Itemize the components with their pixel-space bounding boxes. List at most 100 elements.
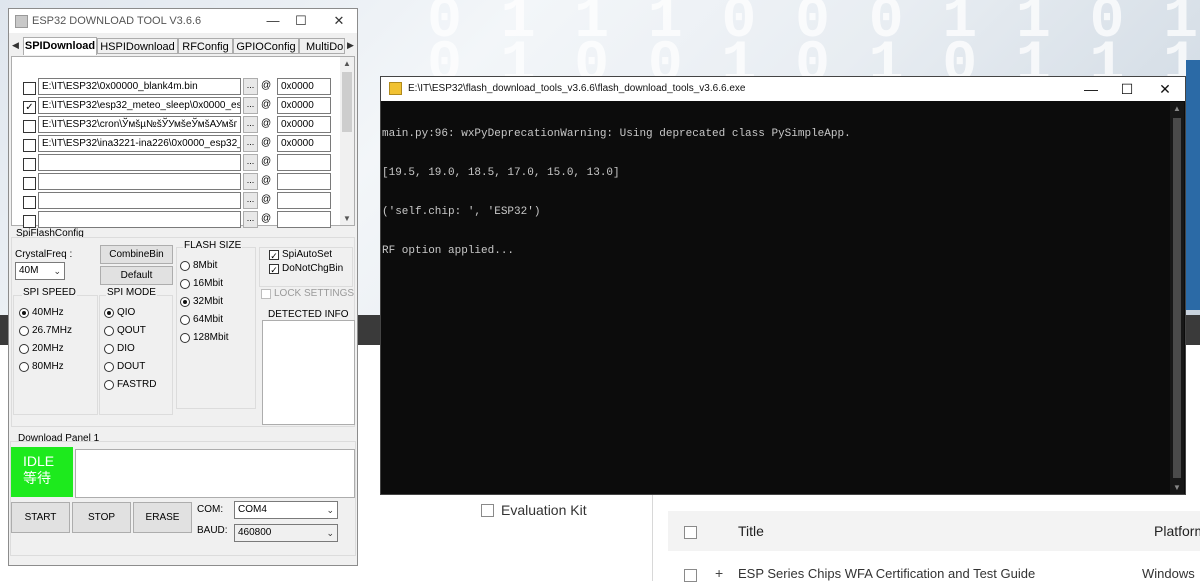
at-label: @: [261, 80, 272, 91]
row-checkbox[interactable]: [684, 569, 697, 582]
offset-address-input[interactable]: 0x0000: [277, 135, 331, 152]
tab-hspidownload[interactable]: HSPIDownload: [97, 38, 178, 54]
checkbox-box: [261, 288, 271, 299]
console-window: E:\IT\ESP32\flash_download_tools_v3.6.6\…: [380, 76, 1186, 495]
file-enable-checkbox[interactable]: [23, 196, 36, 209]
file-list-scrollbar[interactable]: ▲ ▼: [340, 57, 354, 225]
checkbox-label: SpiAutoSet: [282, 249, 333, 260]
offset-address-input[interactable]: 0x0000: [277, 78, 331, 95]
lock-settings-checkbox[interactable]: LOCK SETTINGS: [261, 288, 354, 299]
com-port-select[interactable]: COM4 ⌄: [234, 501, 338, 519]
spi-speed-26mhz-radio[interactable]: 26.7MHz: [19, 325, 72, 336]
scroll-thumb[interactable]: [342, 72, 352, 132]
title-column-header[interactable]: Title: [738, 523, 764, 539]
file-enable-checkbox[interactable]: [23, 139, 36, 152]
offset-address-input[interactable]: 0x0000: [277, 97, 331, 114]
file-path-input[interactable]: E:\IT\ESP32\esp32_meteo_sleep\0x0000_esp…: [38, 97, 241, 114]
side-tab[interactable]: [1186, 60, 1200, 310]
offset-address-input[interactable]: [277, 192, 331, 209]
radio-dot: [19, 307, 29, 318]
baud-rate-select[interactable]: 460800 ⌄: [234, 524, 338, 542]
flash-size-32mbit-radio[interactable]: 32Mbit: [180, 296, 223, 307]
offset-address-input[interactable]: [277, 173, 331, 190]
console-scrollbar[interactable]: ▲ ▼: [1170, 102, 1184, 494]
scroll-down-icon[interactable]: ▼: [1170, 483, 1184, 492]
tab-multidownload[interactable]: MultiDo: [299, 38, 345, 54]
scroll-thumb[interactable]: [1173, 118, 1181, 478]
start-button[interactable]: START: [11, 502, 70, 533]
row-title[interactable]: ESP Series Chips WFA Certification and T…: [738, 566, 1035, 581]
platform-column-header[interactable]: Platform: [1154, 523, 1200, 539]
flash-size-8mbit-radio[interactable]: 8Mbit: [180, 260, 217, 271]
spi-speed-40mhz-radio[interactable]: 40MHz: [19, 307, 64, 318]
spi-mode-qout-radio[interactable]: QOUT: [104, 325, 146, 336]
offset-address-input[interactable]: 0x0000: [277, 116, 331, 133]
tab-scroll-right-icon[interactable]: ▶: [347, 40, 354, 51]
select-all-checkbox[interactable]: [684, 526, 697, 539]
flash-size-64mbit-radio[interactable]: 64Mbit: [180, 314, 223, 325]
stop-button[interactable]: STOP: [72, 502, 131, 533]
maximize-button[interactable]: ☐: [1109, 77, 1145, 101]
maximize-button[interactable]: ☐: [285, 11, 317, 31]
do-not-chg-bin-checkbox[interactable]: ✓ DoNotChgBin: [269, 263, 343, 275]
detected-info-textbox[interactable]: [262, 320, 355, 425]
tab-rfconfig[interactable]: RFConfig: [178, 38, 233, 54]
browse-button[interactable]: ...: [243, 211, 258, 228]
file-path-input[interactable]: [38, 211, 241, 228]
browse-button[interactable]: ...: [243, 154, 258, 171]
scroll-up-icon[interactable]: ▲: [340, 59, 354, 68]
expand-icon[interactable]: +: [715, 565, 723, 581]
file-enable-checkbox[interactable]: [23, 158, 36, 171]
browse-button[interactable]: ...: [243, 192, 258, 209]
offset-address-input[interactable]: [277, 154, 331, 171]
crystal-freq-select[interactable]: 40M ⌄: [15, 262, 65, 280]
tool-title-bar[interactable]: ESP32 DOWNLOAD TOOL V3.6.6 — ☐ ✕: [9, 9, 357, 33]
combine-bin-button[interactable]: CombineBin: [100, 245, 173, 264]
console-title-bar[interactable]: E:\IT\ESP32\flash_download_tools_v3.6.6\…: [381, 77, 1185, 101]
spi-mode-fastrd-radio[interactable]: FASTRD: [104, 379, 156, 390]
minimize-button[interactable]: —: [1073, 77, 1109, 101]
crystal-freq-label: CrystalFreq :: [15, 249, 73, 260]
spi-mode-dio-radio[interactable]: DIO: [104, 343, 135, 354]
default-button[interactable]: Default: [100, 266, 173, 285]
browse-button[interactable]: ...: [243, 78, 258, 95]
tab-spidownload[interactable]: SPIDownload: [23, 37, 97, 55]
spi-auto-set-checkbox[interactable]: ✓ SpiAutoSet: [269, 249, 333, 261]
file-path-input[interactable]: [38, 192, 241, 209]
file-enable-checkbox[interactable]: [23, 215, 36, 228]
tab-gpioconfig[interactable]: GPIOConfig: [233, 38, 299, 54]
file-enable-checkbox[interactable]: [23, 177, 36, 190]
browse-button[interactable]: ...: [243, 97, 258, 114]
scroll-up-icon[interactable]: ▲: [1170, 104, 1184, 113]
spi-speed-20mhz-radio[interactable]: 20MHz: [19, 343, 64, 354]
spi-speed-80mhz-radio[interactable]: 80MHz: [19, 361, 64, 372]
offset-address-input[interactable]: [277, 211, 331, 228]
tab-scroll-left-icon[interactable]: ◀: [12, 40, 19, 51]
spi-mode-dout-radio[interactable]: DOUT: [104, 361, 145, 372]
table-row[interactable]: + ESP Series Chips WFA Certification and…: [668, 561, 1200, 582]
file-path-input[interactable]: [38, 154, 241, 171]
download-log-textbox[interactable]: [75, 449, 355, 498]
close-button[interactable]: ✕: [1147, 77, 1183, 101]
evaluation-kit-filter[interactable]: Evaluation Kit: [481, 502, 587, 518]
file-enable-checkbox[interactable]: ✓: [23, 101, 36, 114]
erase-button[interactable]: ERASE: [133, 502, 192, 533]
file-row: ... @: [12, 154, 342, 172]
flash-size-128mbit-radio[interactable]: 128Mbit: [180, 332, 229, 343]
console-output: main.py:96: wxPyDeprecationWarning: Usin…: [382, 102, 1168, 494]
close-button[interactable]: ✕: [323, 11, 355, 31]
scroll-down-icon[interactable]: ▼: [340, 214, 354, 223]
browse-button[interactable]: ...: [243, 173, 258, 190]
file-path-input[interactable]: E:\IT\ESP32\0x00000_blank4m.bin: [38, 78, 241, 95]
flash-size-16mbit-radio[interactable]: 16Mbit: [180, 278, 223, 289]
download-tool-window: ESP32 DOWNLOAD TOOL V3.6.6 — ☐ ✕ ◀ SPIDo…: [8, 8, 358, 566]
file-path-input[interactable]: [38, 173, 241, 190]
browse-button[interactable]: ...: [243, 116, 258, 133]
file-enable-checkbox[interactable]: [23, 82, 36, 95]
file-path-input[interactable]: E:\IT\ESP32\cron\Ўмšµ№šЎУмšеЎмšАУмšг Ў: [38, 116, 241, 133]
file-path-input[interactable]: E:\IT\ESP32\ina3221-ina226\0x0000_esp32_…: [38, 135, 241, 152]
evaluation-kit-checkbox[interactable]: [481, 503, 494, 517]
browse-button[interactable]: ...: [243, 135, 258, 152]
spi-mode-qio-radio[interactable]: QIO: [104, 307, 135, 318]
file-enable-checkbox[interactable]: [23, 120, 36, 133]
